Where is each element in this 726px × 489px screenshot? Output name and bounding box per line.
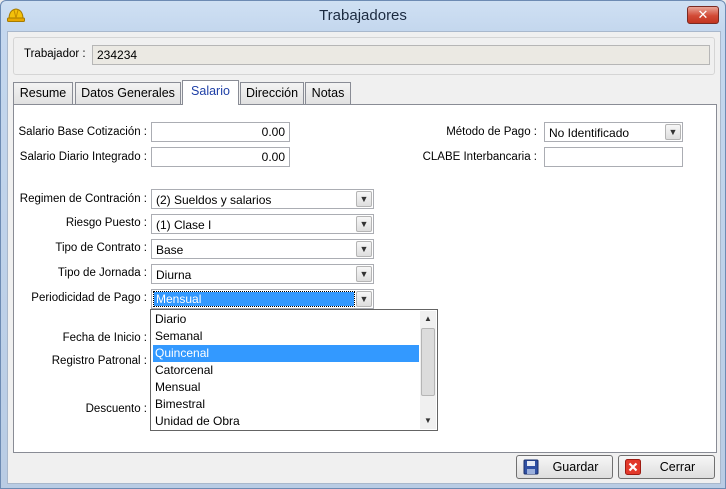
chevron-down-icon[interactable]: ▼ (356, 266, 372, 282)
trabajador-group: Trabajador : 234234 (13, 37, 715, 75)
salario-base-field[interactable]: 0.00 (151, 122, 290, 142)
cerrar-button[interactable]: Cerrar (618, 455, 715, 479)
riesgo-value: (1) Clase I (156, 218, 212, 232)
trabajador-label: Trabajador : (24, 48, 86, 60)
metodo-pago-value: No Identificado (549, 126, 630, 140)
regimen-label: Regimen de Contración : (19, 193, 147, 205)
tab-datos-generales-label: Datos Generales (81, 86, 175, 100)
chevron-down-icon[interactable]: ▼ (356, 241, 372, 257)
jornada-select[interactable]: Diurna ▼ (151, 264, 374, 284)
tab-datos-generales[interactable]: Datos Generales (75, 82, 181, 104)
regimen-select[interactable]: (2) Sueldos y salarios ▼ (151, 189, 374, 209)
contrato-select[interactable]: Base ▼ (151, 239, 374, 259)
tab-direccion-label: Dirección (245, 86, 299, 100)
tab-resume[interactable]: Resume (13, 82, 73, 104)
chevron-down-icon[interactable]: ▼ (356, 216, 372, 232)
trabajador-field[interactable]: 234234 (92, 45, 710, 65)
cerrar-label: Cerrar (659, 460, 696, 474)
descuento-label: Descuento : (85, 403, 147, 415)
fecha-inicio-label: Fecha de Inicio : (62, 332, 147, 344)
tab-salario-label: Salario (191, 84, 230, 98)
tab-notas-label: Notas (311, 86, 345, 100)
metodo-pago-select[interactable]: No Identificado ▼ (544, 122, 683, 142)
riesgo-select[interactable]: (1) Clase I ▼ (151, 214, 374, 234)
salario-base-label: Salario Base Cotización : (18, 126, 147, 138)
periodicidad-select[interactable]: Mensual ▼ (151, 289, 374, 309)
salario-diario-label: Salario Diario Integrado : (19, 151, 147, 163)
dropdown-option-diario[interactable]: Diario (153, 311, 419, 328)
contrato-label: Tipo de Contrato : (55, 242, 147, 254)
guardar-label: Guardar (552, 460, 599, 474)
contrato-value: Base (156, 243, 184, 257)
clabe-label: CLABE Interbancaria : (422, 151, 537, 163)
dropdown-scrollbar[interactable]: ▲ ▼ (420, 311, 436, 429)
dropdown-option-quincenal[interactable]: Quincenal (153, 345, 419, 362)
scrollbar-thumb[interactable] (421, 328, 435, 396)
title-bar[interactable]: Trabajadores ✕ (1, 1, 725, 31)
tab-salario[interactable]: Salario (182, 80, 239, 105)
periodicidad-value: Mensual (153, 291, 355, 307)
chevron-down-icon[interactable]: ▼ (356, 291, 372, 307)
chevron-down-icon[interactable]: ▼ (665, 124, 681, 140)
close-icon: ✕ (697, 7, 709, 22)
close-button[interactable]: ✕ (687, 6, 719, 24)
jornada-label: Tipo de Jornada : (57, 267, 147, 279)
registro-patronal-label: Registro Patronal : (51, 355, 147, 367)
periodicidad-dropdown-list[interactable]: Diario Semanal Quincenal Catorcenal Mens… (150, 309, 438, 431)
guardar-button[interactable]: Guardar (516, 455, 613, 479)
scroll-down-icon[interactable]: ▼ (420, 413, 436, 429)
tab-notas[interactable]: Notas (305, 82, 351, 104)
window-title: Trabajadores (319, 7, 407, 24)
dropdown-option-mensual[interactable]: Mensual (153, 379, 419, 396)
dropdown-option-catorcenal[interactable]: Catorcenal (153, 362, 419, 379)
dropdown-option-unidad-de-obra[interactable]: Unidad de Obra (153, 413, 419, 430)
metodo-pago-label: Método de Pago : (446, 126, 537, 138)
riesgo-label: Riesgo Puesto : (65, 217, 147, 229)
jornada-value: Diurna (156, 268, 192, 282)
dropdown-option-semanal[interactable]: Semanal (153, 328, 419, 345)
salario-diario-field[interactable]: 0.00 (151, 147, 290, 167)
regimen-value: (2) Sueldos y salarios (156, 193, 272, 207)
chevron-down-icon[interactable]: ▼ (356, 191, 372, 207)
clabe-field[interactable] (544, 147, 683, 167)
tab-direccion[interactable]: Dirección (240, 82, 304, 104)
periodicidad-label: Periodicidad de Pago : (31, 292, 147, 304)
dropdown-option-bimestral[interactable]: Bimestral (153, 396, 419, 413)
tab-resume-label: Resume (19, 86, 67, 100)
scroll-up-icon[interactable]: ▲ (420, 311, 436, 327)
